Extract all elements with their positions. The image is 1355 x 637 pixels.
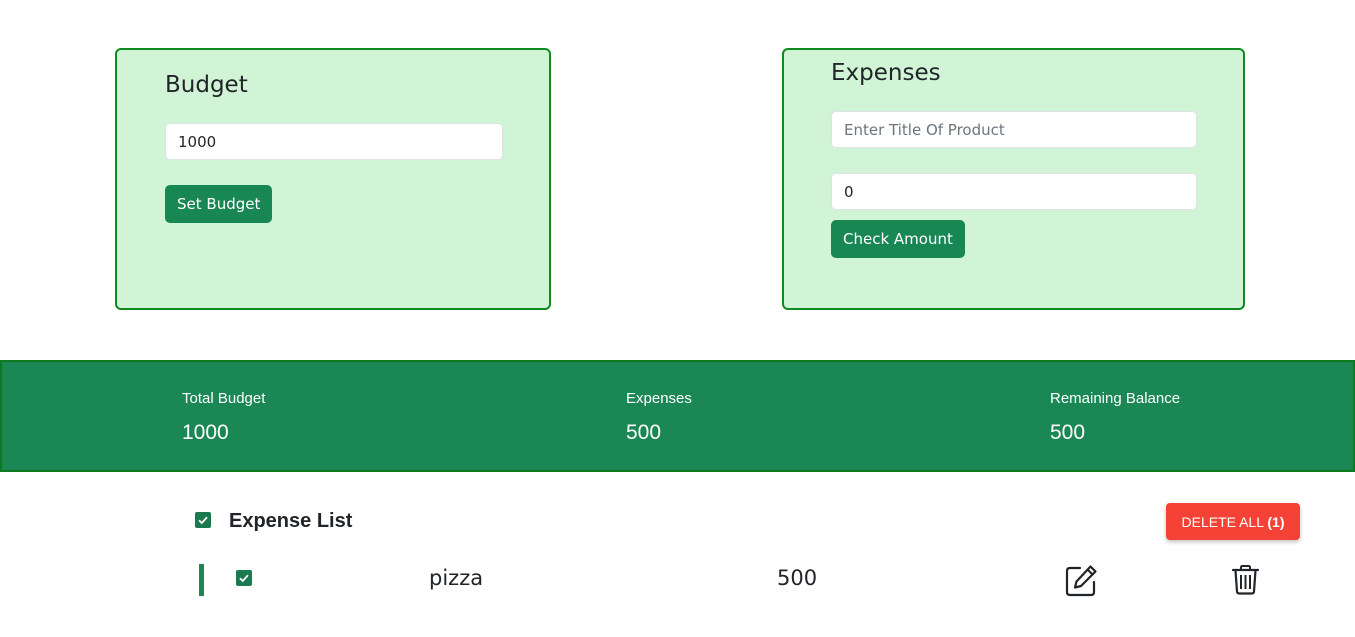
set-budget-button[interactable]: Set Budget xyxy=(165,185,273,223)
expense-item-name: pizza xyxy=(429,566,484,590)
budget-title: Budget xyxy=(165,72,248,98)
summary-bar: Total Budget 1000 Expenses 500 Remaining… xyxy=(0,360,1355,472)
expenses-stat: Expenses 500 xyxy=(626,390,692,445)
product-title-input[interactable] xyxy=(831,111,1197,148)
delete-all-count: (1) xyxy=(1267,513,1285,530)
expenses-title: Expenses xyxy=(831,60,941,86)
budget-card: Budget Set Budget xyxy=(115,48,551,310)
budget-input[interactable] xyxy=(165,123,503,160)
total-budget-value: 1000 xyxy=(182,421,229,444)
row-indicator xyxy=(199,564,204,596)
expenses-card: Expenses Check Amount xyxy=(782,48,1245,310)
edit-pencil-icon[interactable] xyxy=(1064,563,1099,603)
expense-item-amount: 500 xyxy=(777,566,818,590)
trash-icon[interactable] xyxy=(1231,565,1260,600)
row-checkbox-icon[interactable] xyxy=(236,570,252,586)
expense-list-title: Expense List xyxy=(229,510,353,532)
remaining-balance-label: Remaining Balance xyxy=(1050,390,1181,407)
total-budget-stat: Total Budget 1000 xyxy=(182,390,265,445)
check-amount-button[interactable]: Check Amount xyxy=(831,220,965,258)
select-all-checkbox-icon[interactable] xyxy=(195,512,211,528)
remaining-balance-value: 500 xyxy=(1050,421,1086,444)
remaining-balance-stat: Remaining Balance 500 xyxy=(1050,390,1180,445)
expenses-value: 500 xyxy=(626,421,662,444)
delete-all-button[interactable]: DELETE ALL (1) xyxy=(1166,503,1300,540)
expenses-label: Expenses xyxy=(626,390,692,407)
expense-amount-input[interactable] xyxy=(831,173,1197,210)
delete-all-label: DELETE ALL xyxy=(1181,513,1264,530)
total-budget-label: Total Budget xyxy=(182,390,266,407)
